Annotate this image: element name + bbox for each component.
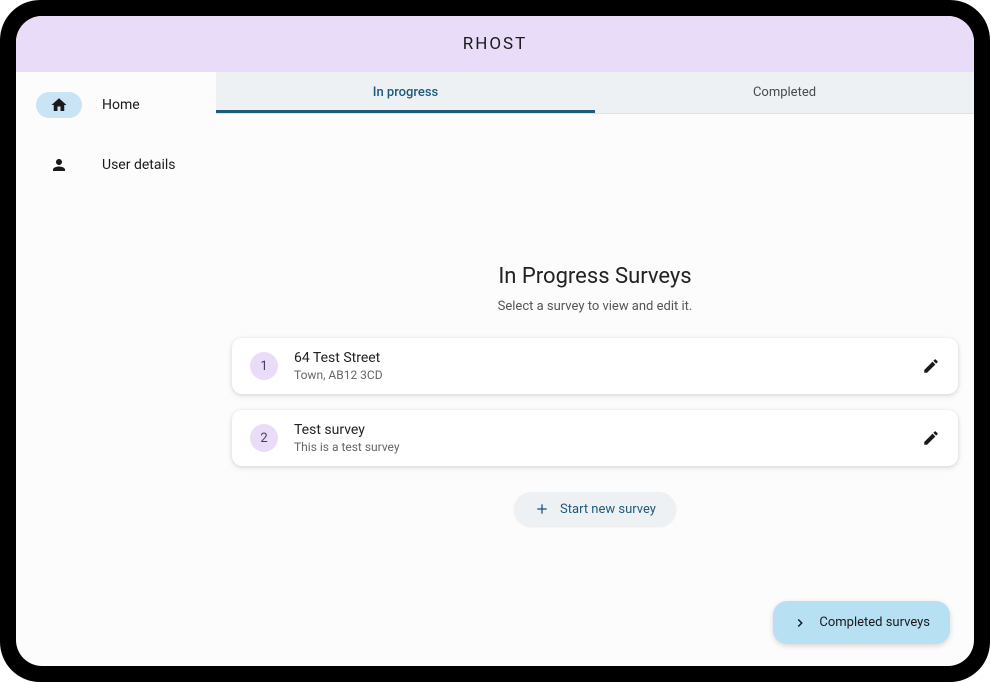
device-frame: RHOST Home User details [0, 0, 990, 682]
tab-label: Completed [753, 85, 816, 100]
sidebar-item-user-details[interactable]: User details [26, 144, 206, 186]
sidebar-item-label: User details [102, 157, 176, 173]
survey-info: Test survey This is a test survey [294, 422, 922, 454]
completed-surveys-button[interactable]: Completed surveys [773, 601, 950, 644]
start-new-survey-button[interactable]: Start new survey [514, 492, 676, 526]
start-new-survey-label: Start new survey [560, 502, 656, 517]
survey-subtitle: This is a test survey [294, 440, 922, 454]
app-header: RHOST [16, 16, 974, 72]
home-icon [36, 92, 82, 118]
pencil-icon[interactable] [922, 357, 940, 375]
chevron-right-icon [793, 616, 807, 630]
person-icon [36, 152, 82, 178]
survey-number-badge: 2 [250, 424, 278, 452]
survey-info: 64 Test Street Town, AB12 3CD [294, 350, 922, 382]
main-area: Home User details In progress Completed [16, 72, 974, 666]
tab-completed[interactable]: Completed [595, 72, 974, 113]
survey-card[interactable]: 1 64 Test Street Town, AB12 3CD [232, 338, 958, 394]
survey-card[interactable]: 2 Test survey This is a test survey [232, 410, 958, 466]
sidebar: Home User details [16, 72, 216, 666]
tab-in-progress[interactable]: In progress [216, 72, 595, 113]
plus-icon [534, 501, 550, 517]
tab-label: In progress [373, 85, 438, 100]
section-heading: In Progress Surveys Select a survey to v… [498, 264, 693, 314]
survey-subtitle: Town, AB12 3CD [294, 368, 922, 382]
content: In progress Completed In Progress Survey… [216, 72, 974, 666]
section-title: In Progress Surveys [498, 264, 693, 289]
completed-surveys-label: Completed surveys [819, 615, 930, 630]
survey-title: Test survey [294, 422, 922, 438]
sidebar-item-home[interactable]: Home [26, 84, 206, 126]
pencil-icon[interactable] [922, 429, 940, 447]
section-subtitle: Select a survey to view and edit it. [498, 299, 693, 314]
app-title: RHOST [463, 34, 528, 54]
tabs: In progress Completed [216, 72, 974, 114]
screen: RHOST Home User details [16, 16, 974, 666]
survey-title: 64 Test Street [294, 350, 922, 366]
content-body: In Progress Surveys Select a survey to v… [216, 114, 974, 666]
sidebar-item-label: Home [102, 97, 140, 113]
survey-list: 1 64 Test Street Town, AB12 3CD 2 [232, 338, 958, 482]
survey-number-badge: 1 [250, 352, 278, 380]
